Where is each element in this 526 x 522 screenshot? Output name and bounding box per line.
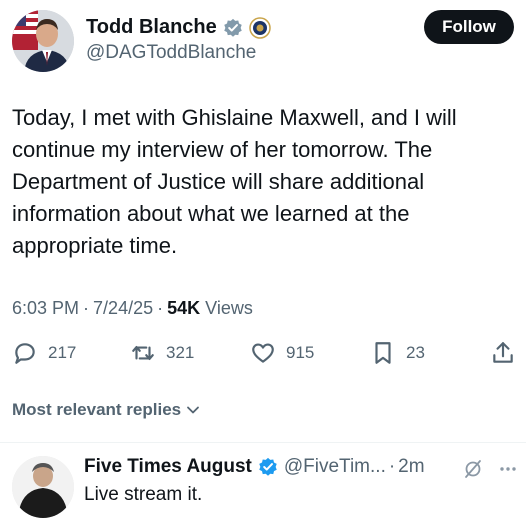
tweet-header: Todd Blanche @DAGToddBlanche Follow bbox=[12, 10, 514, 72]
repost-icon bbox=[132, 345, 154, 361]
follow-button[interactable]: Follow bbox=[424, 10, 514, 44]
meta-separator: · bbox=[388, 456, 396, 477]
more-icon[interactable] bbox=[498, 459, 518, 479]
tweet-text: Today, I met with Ghislaine Maxwell, and… bbox=[12, 105, 457, 258]
grok-icon[interactable] bbox=[462, 458, 484, 480]
chevron-down-icon bbox=[187, 406, 200, 414]
like-button[interactable]: 915 bbox=[250, 340, 314, 366]
reply-tools bbox=[462, 458, 518, 480]
like-count: 915 bbox=[286, 343, 315, 362]
share-icon bbox=[493, 342, 513, 363]
repost-button[interactable]: 321 bbox=[130, 340, 194, 366]
verified-badge-icon bbox=[259, 457, 277, 476]
reply-header: Five Times August @FiveTim... · 2m bbox=[84, 456, 425, 478]
views-label: Views bbox=[205, 298, 253, 318]
bookmark-icon bbox=[375, 342, 391, 364]
verified-badge-icon bbox=[224, 18, 242, 37]
tweet-time[interactable]: 6:03 PM bbox=[12, 298, 79, 319]
replies-sort-dropdown[interactable]: Most relevant replies bbox=[12, 400, 201, 420]
author-avatar[interactable] bbox=[12, 10, 74, 72]
reply-author-handle[interactable]: @FiveTim... bbox=[284, 456, 386, 478]
reply-item[interactable]: Five Times August @FiveTim... · 2m Live … bbox=[12, 456, 518, 522]
reply-count: 217 bbox=[48, 343, 77, 362]
reply-button[interactable]: 217 bbox=[12, 340, 76, 366]
like-icon bbox=[252, 343, 274, 363]
author-name[interactable]: Todd Blanche bbox=[86, 16, 217, 39]
tweet-date[interactable]: 7/24/25 bbox=[93, 298, 153, 319]
divider bbox=[0, 442, 526, 443]
meta-separator: · bbox=[83, 298, 90, 318]
meta-separator: · bbox=[157, 298, 164, 318]
reply-author-name[interactable]: Five Times August bbox=[84, 456, 252, 478]
seal-icon bbox=[249, 16, 271, 39]
tweet-meta: 6:03 PM · 7/24/25 · 54K Views bbox=[12, 298, 253, 319]
bookmark-count: 23 bbox=[406, 343, 425, 362]
reply-text: Live stream it. bbox=[84, 484, 203, 505]
replies-sort-label: Most relevant replies bbox=[12, 400, 182, 419]
repost-count: 321 bbox=[166, 343, 195, 362]
author-handle[interactable]: @DAGToddBlanche bbox=[86, 42, 256, 64]
reply-avatar[interactable] bbox=[12, 456, 74, 518]
reply-time[interactable]: 2m bbox=[398, 456, 424, 478]
bookmark-button[interactable]: 23 bbox=[370, 340, 425, 366]
tweet-actions: 217 321 915 23 bbox=[12, 340, 518, 370]
share-button[interactable] bbox=[490, 340, 516, 366]
views-count: 54K bbox=[167, 298, 201, 318]
reply-icon bbox=[15, 343, 35, 364]
